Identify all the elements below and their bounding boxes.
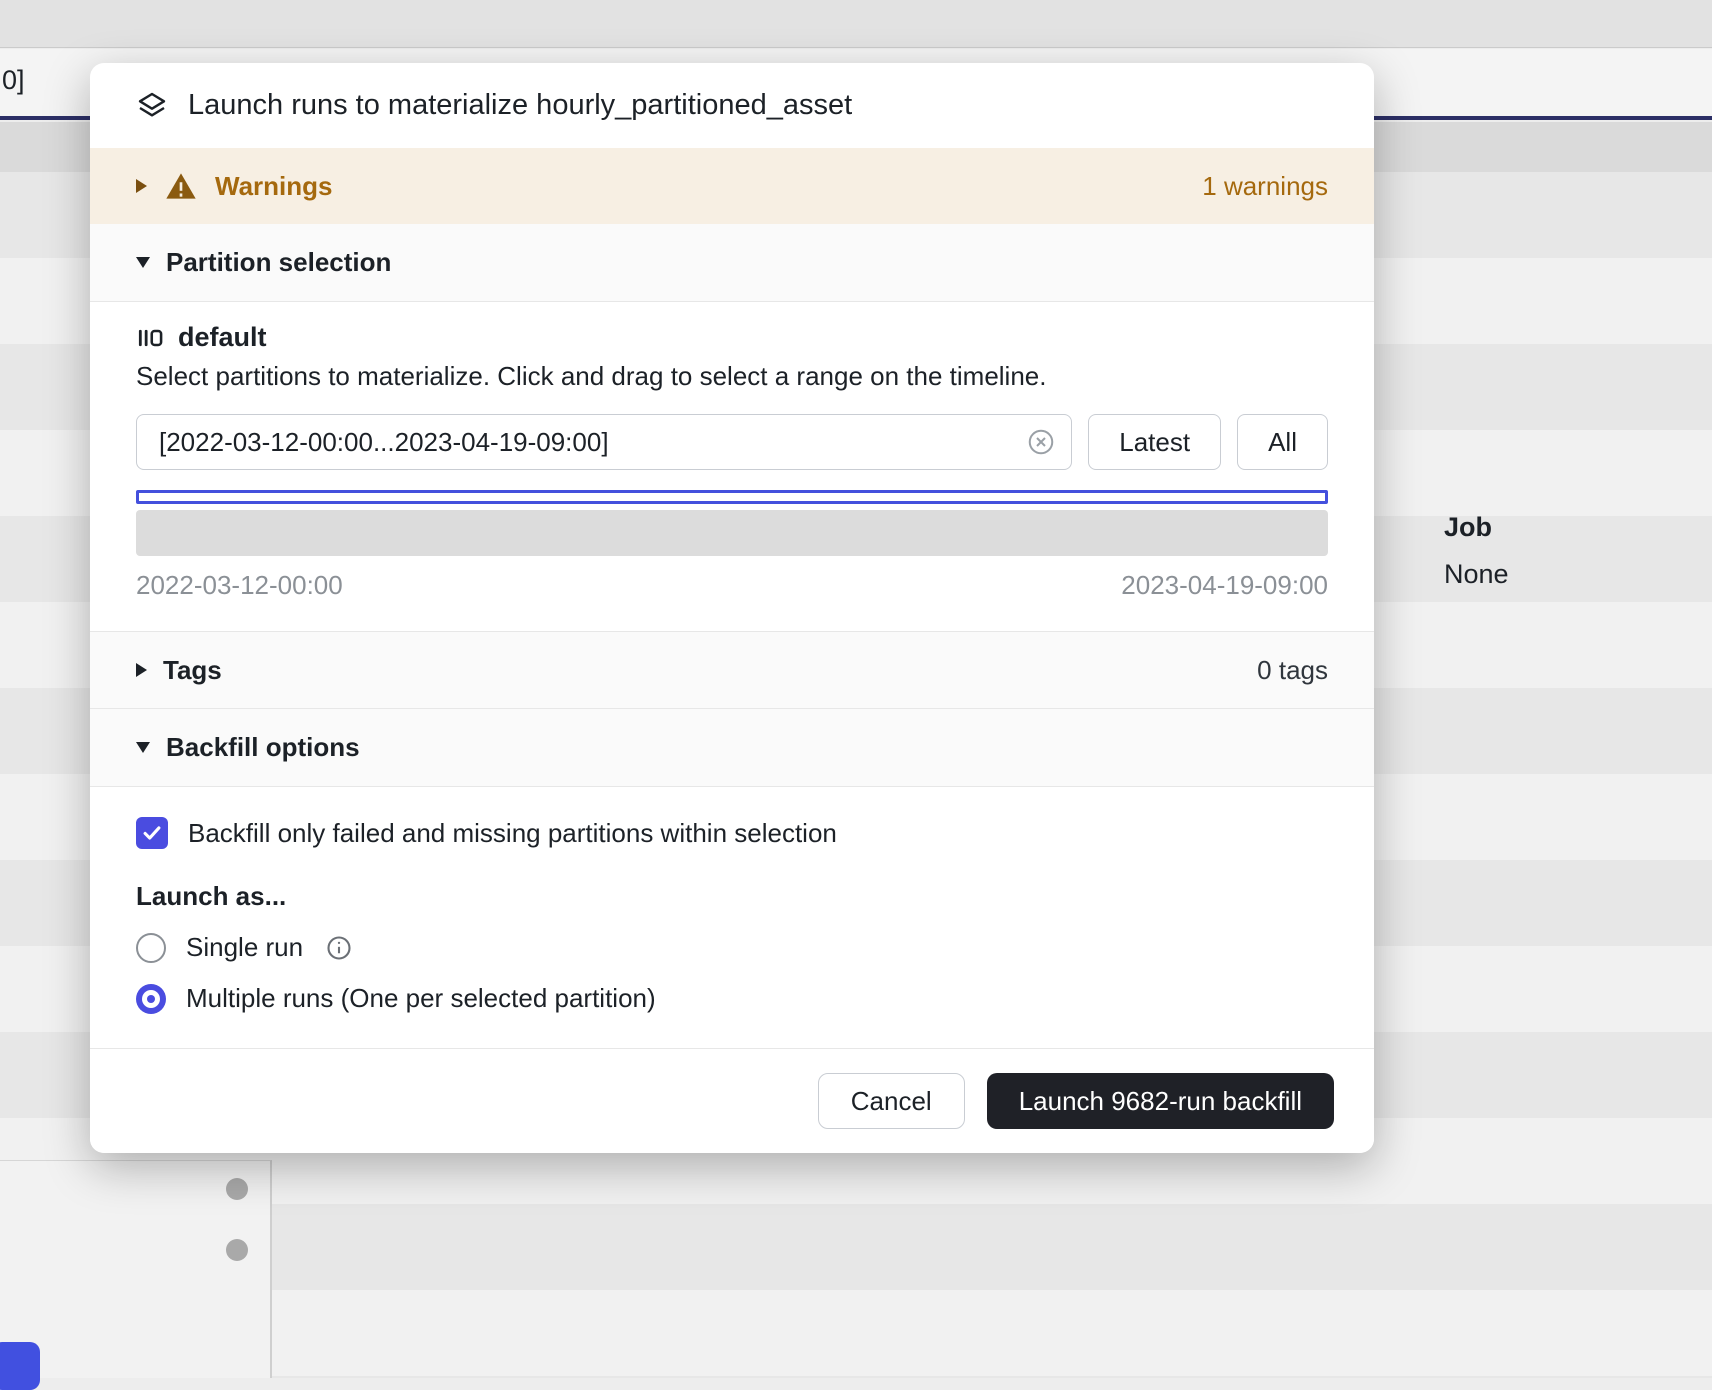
clear-input-icon[interactable] (1026, 427, 1056, 457)
timeline-partition-bar[interactable] (136, 510, 1328, 556)
background-top-bar (0, 0, 1712, 48)
single-run-label: Single run (186, 932, 303, 963)
timeline-labels: 2022-03-12-00:00 2023-04-19-09:00 (136, 570, 1328, 601)
tags-section-toggle[interactable]: Tags 0 tags (90, 631, 1374, 709)
warnings-section-toggle[interactable]: Warnings 1 warnings (90, 148, 1374, 224)
timeline-start-label: 2022-03-12-00:00 (136, 570, 343, 601)
dialog-header: Launch runs to materialize hourly_partit… (90, 63, 1374, 148)
launch-backfill-button[interactable]: Launch 9682-run backfill (987, 1073, 1334, 1129)
job-column-header: Job (1444, 512, 1509, 543)
partition-selection-description: Select partitions to materialize. Click … (136, 361, 1328, 392)
backfill-failed-missing-checkbox-row[interactable]: Backfill only failed and missing partiti… (136, 817, 1328, 849)
radio-selected-icon[interactable] (136, 984, 166, 1014)
chevron-right-icon (136, 179, 147, 193)
partition-selection-toggle[interactable]: Partition selection (90, 224, 1374, 302)
chevron-down-icon (136, 742, 150, 753)
dialog-title: Launch runs to materialize hourly_partit… (188, 89, 852, 122)
launch-as-label: Launch as... (136, 881, 1328, 912)
all-button[interactable]: All (1237, 414, 1328, 470)
latest-button[interactable]: Latest (1088, 414, 1221, 470)
launch-backfill-dialog: Launch runs to materialize hourly_partit… (90, 63, 1374, 1153)
warning-triangle-icon (165, 170, 197, 202)
partition-range-controls: Latest All (136, 414, 1328, 470)
background-job-column: Job None (1444, 512, 1509, 590)
backfill-options-toggle[interactable]: Backfill options (90, 709, 1374, 787)
chevron-down-icon (136, 257, 150, 268)
materialize-layers-icon (136, 90, 168, 122)
backfill-checkbox-label: Backfill only failed and missing partiti… (188, 818, 837, 849)
background-partial-text: 0] (2, 65, 25, 96)
dialog-footer: Cancel Launch 9682-run backfill (90, 1048, 1374, 1153)
background-side-panel (0, 1160, 272, 1378)
partition-range-input-wrap (136, 414, 1072, 470)
chevron-right-icon (136, 663, 147, 677)
job-column-value: None (1444, 559, 1509, 590)
partition-selection-content: default Select partitions to materialize… (90, 302, 1374, 631)
backfill-options-content: Backfill only failed and missing partiti… (90, 787, 1374, 1048)
partition-dimension-icon (136, 324, 164, 352)
timeline-selection-range[interactable] (136, 490, 1328, 504)
radio-unselected-icon[interactable] (136, 933, 166, 963)
partition-selection-header: Partition selection (166, 247, 391, 278)
status-dot (226, 1239, 248, 1261)
tags-header: Tags (163, 655, 222, 686)
cancel-button[interactable]: Cancel (818, 1073, 965, 1129)
warnings-count: 1 warnings (1202, 171, 1328, 202)
partition-dimension-name: default (178, 322, 267, 353)
multiple-runs-radio-row[interactable]: Multiple runs (One per selected partitio… (136, 983, 1328, 1014)
multiple-runs-label: Multiple runs (One per selected partitio… (186, 983, 656, 1014)
tags-count: 0 tags (1257, 655, 1328, 686)
timeline-end-label: 2023-04-19-09:00 (1121, 570, 1328, 601)
info-icon[interactable] (325, 934, 353, 962)
partition-dimension-row: default (136, 322, 1328, 353)
single-run-radio-row[interactable]: Single run (136, 932, 1328, 963)
partition-range-input[interactable] (136, 414, 1072, 470)
warnings-label: Warnings (215, 171, 332, 202)
backfill-options-header: Backfill options (166, 732, 360, 763)
checkbox-checked-icon[interactable] (136, 817, 168, 849)
background-blue-tile (0, 1342, 40, 1390)
status-dot (226, 1178, 248, 1200)
